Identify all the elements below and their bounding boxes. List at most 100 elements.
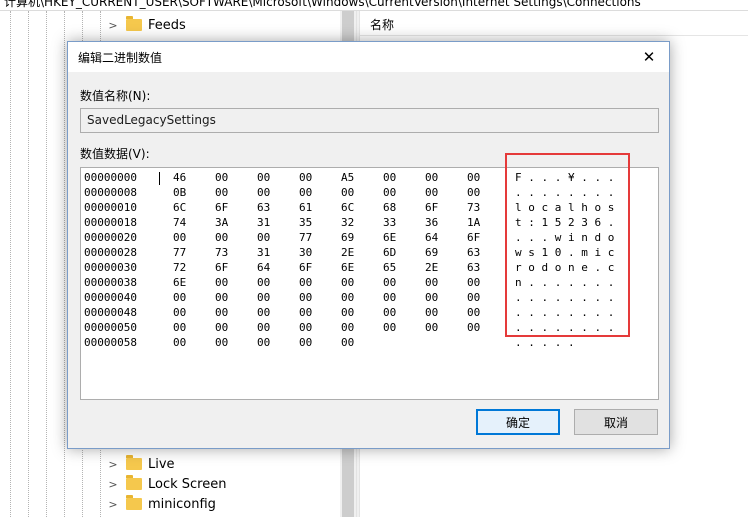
hex-byte[interactable]: 00 — [173, 231, 186, 244]
hex-ascii[interactable]: . . . . . . . . — [515, 306, 614, 319]
hex-byte[interactable]: 00 — [341, 306, 354, 319]
hex-byte[interactable]: 6F — [425, 201, 438, 214]
hex-byte[interactable]: 6F — [215, 261, 228, 274]
hex-byte[interactable]: 35 — [299, 216, 312, 229]
hex-ascii[interactable]: t : 1 5 2 3 6 . — [515, 216, 614, 229]
hex-byte[interactable]: 00 — [257, 336, 270, 349]
hex-byte[interactable]: 00 — [173, 321, 186, 334]
hex-byte[interactable]: 2E — [341, 246, 354, 259]
hex-row[interactable]: 00000018 74 3A 31 35 32 33 36 1A t : 1 5 2 3 6 . — [81, 216, 658, 231]
hex-byte[interactable]: 00 — [467, 291, 480, 304]
address-bar[interactable]: 计算机\HKEY_CURRENT_USER\SOFTWARE\Microsoft… — [0, 0, 748, 11]
hex-ascii[interactable]: w s 1 0 . m i c — [515, 246, 614, 259]
hex-byte[interactable]: 64 — [257, 261, 270, 274]
hex-row[interactable]: 00000038 6E 00 00 00 00 00 00 00 n . . . . . . . — [81, 276, 658, 291]
chevron-right-icon[interactable]: > — [106, 478, 120, 491]
hex-byte[interactable]: 00 — [425, 291, 438, 304]
hex-row[interactable]: 00000008 0B 00 00 00 00 00 00 00 . . . . . . . . — [81, 186, 658, 201]
dialog-titlebar[interactable]: 编辑二进制数值 ✕ — [68, 42, 669, 72]
hex-ascii[interactable]: . . . . . . . . — [515, 321, 614, 334]
hex-byte[interactable]: 00 — [173, 336, 186, 349]
tree-item-lock-screen[interactable]: > Lock Screen — [106, 474, 226, 494]
chevron-right-icon[interactable]: > — [106, 458, 120, 471]
hex-byte[interactable]: A5 — [341, 171, 354, 184]
hex-byte[interactable]: 00 — [425, 186, 438, 199]
hex-byte[interactable]: 6F — [467, 231, 480, 244]
hex-byte[interactable]: 32 — [341, 216, 354, 229]
hex-byte[interactable]: 00 — [467, 276, 480, 289]
hex-byte[interactable]: 00 — [383, 291, 396, 304]
hex-byte[interactable]: 6E — [173, 276, 186, 289]
hex-byte[interactable]: 31 — [257, 246, 270, 259]
hex-byte[interactable]: 6E — [383, 231, 396, 244]
hex-byte[interactable]: 00 — [383, 306, 396, 319]
hex-byte[interactable]: 00 — [257, 291, 270, 304]
hex-byte[interactable]: 00 — [215, 291, 228, 304]
hex-byte[interactable]: 00 — [299, 336, 312, 349]
hex-row[interactable]: 00000048 00 00 00 00 00 00 00 00 . . . . . . . . — [81, 306, 658, 321]
hex-byte[interactable]: 00 — [215, 231, 228, 244]
hex-byte[interactable]: 6C — [341, 201, 354, 214]
hex-byte[interactable]: 00 — [299, 276, 312, 289]
hex-ascii[interactable]: r o d o n e . c — [515, 261, 614, 274]
hex-byte[interactable]: 00 — [299, 186, 312, 199]
hex-byte[interactable]: 64 — [425, 231, 438, 244]
hex-ascii[interactable]: l o c a l h o s — [515, 201, 614, 214]
hex-byte[interactable]: 73 — [467, 201, 480, 214]
hex-byte[interactable]: 00 — [173, 306, 186, 319]
hex-byte[interactable]: 00 — [341, 186, 354, 199]
hex-byte[interactable]: 00 — [383, 321, 396, 334]
hex-byte[interactable]: 00 — [425, 171, 438, 184]
hex-byte[interactable]: 00 — [383, 276, 396, 289]
hex-byte[interactable]: 00 — [257, 276, 270, 289]
hex-byte[interactable]: 00 — [215, 336, 228, 349]
hex-ascii[interactable]: F . . . ¥ . . . — [515, 171, 614, 184]
hex-byte[interactable]: 6F — [299, 261, 312, 274]
hex-byte[interactable]: 00 — [467, 171, 480, 184]
hex-byte[interactable]: 00 — [425, 306, 438, 319]
hex-ascii[interactable]: . . . . . . . . — [515, 291, 614, 304]
hex-byte[interactable]: 63 — [467, 246, 480, 259]
hex-byte[interactable]: 00 — [467, 306, 480, 319]
hex-byte[interactable]: 33 — [383, 216, 396, 229]
hex-byte[interactable]: 63 — [467, 261, 480, 274]
hex-byte[interactable]: 31 — [257, 216, 270, 229]
hex-byte[interactable]: 3A — [215, 216, 228, 229]
hex-byte[interactable]: 00 — [215, 186, 228, 199]
hex-byte[interactable]: 00 — [257, 231, 270, 244]
hex-byte[interactable]: 00 — [299, 171, 312, 184]
hex-byte[interactable]: 30 — [299, 246, 312, 259]
ok-button[interactable]: 确定 — [476, 409, 560, 435]
tree-item-miniconfig[interactable]: > miniconfig — [106, 494, 216, 514]
hex-byte[interactable]: 00 — [215, 306, 228, 319]
hex-ascii[interactable]: . . . . . — [515, 336, 575, 349]
hex-row[interactable]: 00000058 00 00 00 00 00 . . . . . — [81, 336, 658, 351]
hex-byte[interactable]: 6E — [341, 261, 354, 274]
hex-byte[interactable]: 00 — [383, 186, 396, 199]
hex-byte[interactable]: 00 — [467, 321, 480, 334]
hex-row[interactable]: 00000020 00 00 00 77 69 6E 64 6F . . . w i n d o — [81, 231, 658, 246]
hex-byte[interactable]: 46 — [173, 171, 186, 184]
hex-byte[interactable]: 77 — [173, 246, 186, 259]
hex-byte[interactable]: 00 — [425, 276, 438, 289]
hex-byte[interactable]: 00 — [257, 186, 270, 199]
hex-byte[interactable]: 0B — [173, 186, 186, 199]
hex-row[interactable]: 00000050 00 00 00 00 00 00 00 00 . . . . . . . . — [81, 321, 658, 336]
tree-item-feeds[interactable]: > Feeds — [106, 15, 186, 35]
hex-byte[interactable]: 00 — [257, 321, 270, 334]
hex-byte[interactable]: 00 — [341, 321, 354, 334]
hex-byte[interactable]: 72 — [173, 261, 186, 274]
hex-byte[interactable]: 77 — [299, 231, 312, 244]
hex-byte[interactable]: 6F — [215, 201, 228, 214]
hex-byte[interactable]: 1A — [467, 216, 480, 229]
hex-byte[interactable]: 00 — [215, 321, 228, 334]
hex-byte[interactable]: 61 — [299, 201, 312, 214]
hex-byte[interactable]: 00 — [299, 306, 312, 319]
hex-byte[interactable]: 2E — [425, 261, 438, 274]
close-button[interactable]: ✕ — [629, 42, 669, 72]
hex-byte[interactable]: 00 — [299, 291, 312, 304]
chevron-right-icon[interactable]: > — [106, 498, 120, 511]
hex-byte[interactable]: 73 — [215, 246, 228, 259]
hex-row[interactable]: 00000000 46 00 00 00 A5 00 00 00 F . . . ¥ . . . — [81, 171, 658, 186]
hex-byte[interactable]: 00 — [173, 291, 186, 304]
